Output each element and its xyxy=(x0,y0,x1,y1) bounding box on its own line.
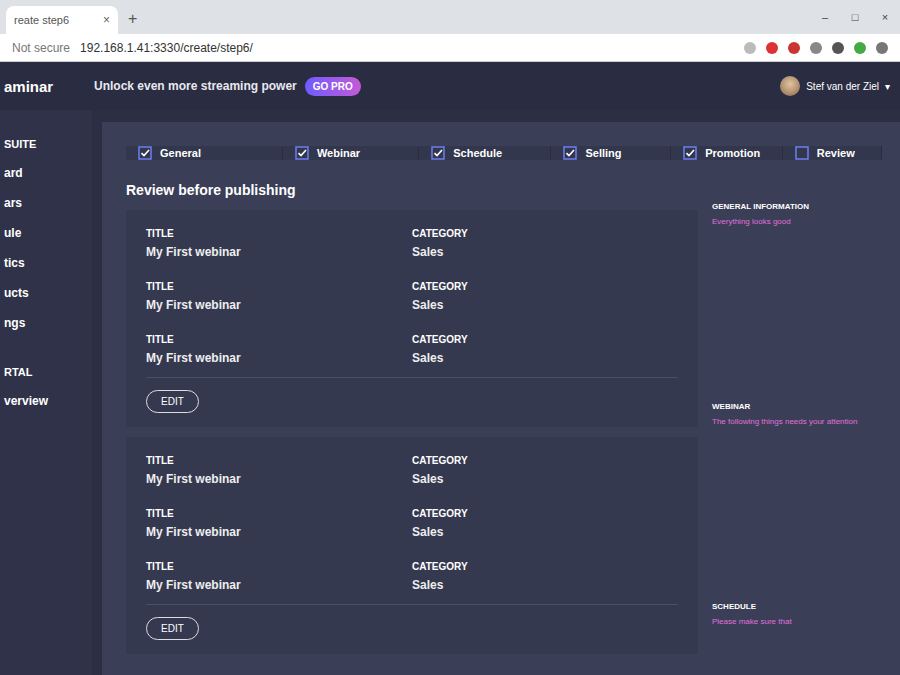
tab-bar: reate step6×+–□× xyxy=(0,0,900,34)
review-card: TITLEMy First webinarCATEGORYSalesTITLEM… xyxy=(126,210,698,427)
chevron-icon: ▾ xyxy=(885,81,890,92)
url[interactable]: 192.168.1.41:3330/create/step6/ xyxy=(80,41,734,55)
checkbox-icon xyxy=(795,146,809,160)
user-menu[interactable]: Stef van der Ziel ▾ xyxy=(780,76,890,96)
security-label: Not secure xyxy=(12,41,70,55)
note-message: The following things needs your attentio… xyxy=(712,417,882,426)
category-field: CATEGORYSales xyxy=(412,228,678,259)
title-field: TITLEMy First webinar xyxy=(146,455,412,486)
step[interactable]: General xyxy=(126,146,283,160)
review-note: GENERAL INFORMATION Everything looks good xyxy=(712,202,882,402)
avatar-icon xyxy=(780,76,800,96)
title-field: TITLEMy First webinar xyxy=(146,281,412,312)
step-label: Promotion xyxy=(705,147,760,159)
checkbox-icon xyxy=(138,146,152,160)
window-control[interactable]: □ xyxy=(840,11,870,23)
tab-title: reate step6 xyxy=(14,14,69,26)
browser-tab[interactable]: reate step6 × xyxy=(6,6,118,34)
stepper: General Webinar Schedule Selling Promotion Re… xyxy=(126,146,882,160)
content-panel: General Webinar Schedule Selling Promotion Re… xyxy=(102,122,900,675)
title-field: TITLEMy First webinar xyxy=(146,334,412,365)
window-controls: –□× xyxy=(810,0,900,34)
user-name: Stef van der Ziel xyxy=(806,81,879,92)
sidebar-item[interactable]: ngs xyxy=(4,316,92,330)
extension-icon[interactable] xyxy=(810,42,822,54)
sidebar-item[interactable]: ule xyxy=(4,226,92,240)
step-label: General xyxy=(160,147,201,159)
new-tab-button[interactable]: + xyxy=(118,10,147,34)
checkbox-icon xyxy=(295,146,309,160)
step-label: Webinar xyxy=(317,147,360,159)
step[interactable]: Webinar xyxy=(283,146,419,160)
step[interactable]: Promotion xyxy=(671,146,783,160)
step-label: Selling xyxy=(585,147,621,159)
category-field: CATEGORYSales xyxy=(412,455,678,486)
step[interactable]: Review xyxy=(783,146,882,160)
category-field: CATEGORYSales xyxy=(412,281,678,312)
category-field: CATEGORYSales xyxy=(412,334,678,365)
browser-window: reate step6×+–□×Not secure192.168.1.41:3… xyxy=(0,0,900,675)
step-label: Schedule xyxy=(453,147,502,159)
logo[interactable]: aminar xyxy=(4,78,94,95)
sidebar-item[interactable]: verview xyxy=(4,394,92,408)
checkbox-icon xyxy=(431,146,445,160)
sidebar-heading: SUITE xyxy=(4,138,92,150)
extension-icon[interactable] xyxy=(876,42,888,54)
note-message: Please make sure that xyxy=(712,617,882,626)
note-heading: SCHEDULE xyxy=(712,602,882,611)
edit-button[interactable]: EDIT xyxy=(146,617,199,640)
sidebar-item[interactable]: ucts xyxy=(4,286,92,300)
extension-icon[interactable] xyxy=(788,42,800,54)
address-bar[interactable]: Not secure 192.168.1.41:3330/create/step6… xyxy=(0,34,900,62)
promo-text: Unlock even more streaming power xyxy=(94,79,297,93)
tab-close[interactable]: × xyxy=(103,13,110,27)
note-message: Everything looks good xyxy=(712,217,882,226)
review-note: WEBINAR The following things needs your a… xyxy=(712,402,882,602)
review-card: TITLEMy First webinarCATEGORYSalesTITLEM… xyxy=(126,437,698,654)
checkbox-icon xyxy=(563,146,577,160)
page-title: Review before publishing xyxy=(126,182,698,198)
go-pro-button[interactable]: GO PRO xyxy=(305,77,361,96)
sidebar: SUITE ard ars ule tics ucts ngs RTAL verview xyxy=(0,110,92,675)
sidebar-heading: RTAL xyxy=(4,366,92,378)
title-field: TITLEMy First webinar xyxy=(146,508,412,539)
sidebar-item[interactable]: ars xyxy=(4,196,92,210)
window-control[interactable]: – xyxy=(810,11,840,23)
extension-icon[interactable] xyxy=(854,42,866,54)
extension-icon[interactable] xyxy=(766,42,778,54)
note-heading: GENERAL INFORMATION xyxy=(712,202,882,211)
step[interactable]: Selling xyxy=(551,146,671,160)
extension-icon[interactable] xyxy=(744,42,756,54)
note-heading: WEBINAR xyxy=(712,402,882,411)
title-field: TITLEMy First webinar xyxy=(146,561,412,592)
step[interactable]: Schedule xyxy=(419,146,551,160)
sidebar-item[interactable]: ard xyxy=(4,166,92,180)
category-field: CATEGORYSales xyxy=(412,561,678,592)
app-header: aminarUnlock even more streaming power GO… xyxy=(0,62,900,110)
review-note: SCHEDULE Please make sure that xyxy=(712,602,882,675)
category-field: CATEGORYSales xyxy=(412,508,678,539)
checkbox-icon xyxy=(683,146,697,160)
window-control[interactable]: × xyxy=(870,11,900,23)
sidebar-item[interactable]: tics xyxy=(4,256,92,270)
step-label: Review xyxy=(817,147,855,159)
title-field: TITLEMy First webinar xyxy=(146,228,412,259)
edit-button[interactable]: EDIT xyxy=(146,390,199,413)
extension-icon[interactable] xyxy=(832,42,844,54)
